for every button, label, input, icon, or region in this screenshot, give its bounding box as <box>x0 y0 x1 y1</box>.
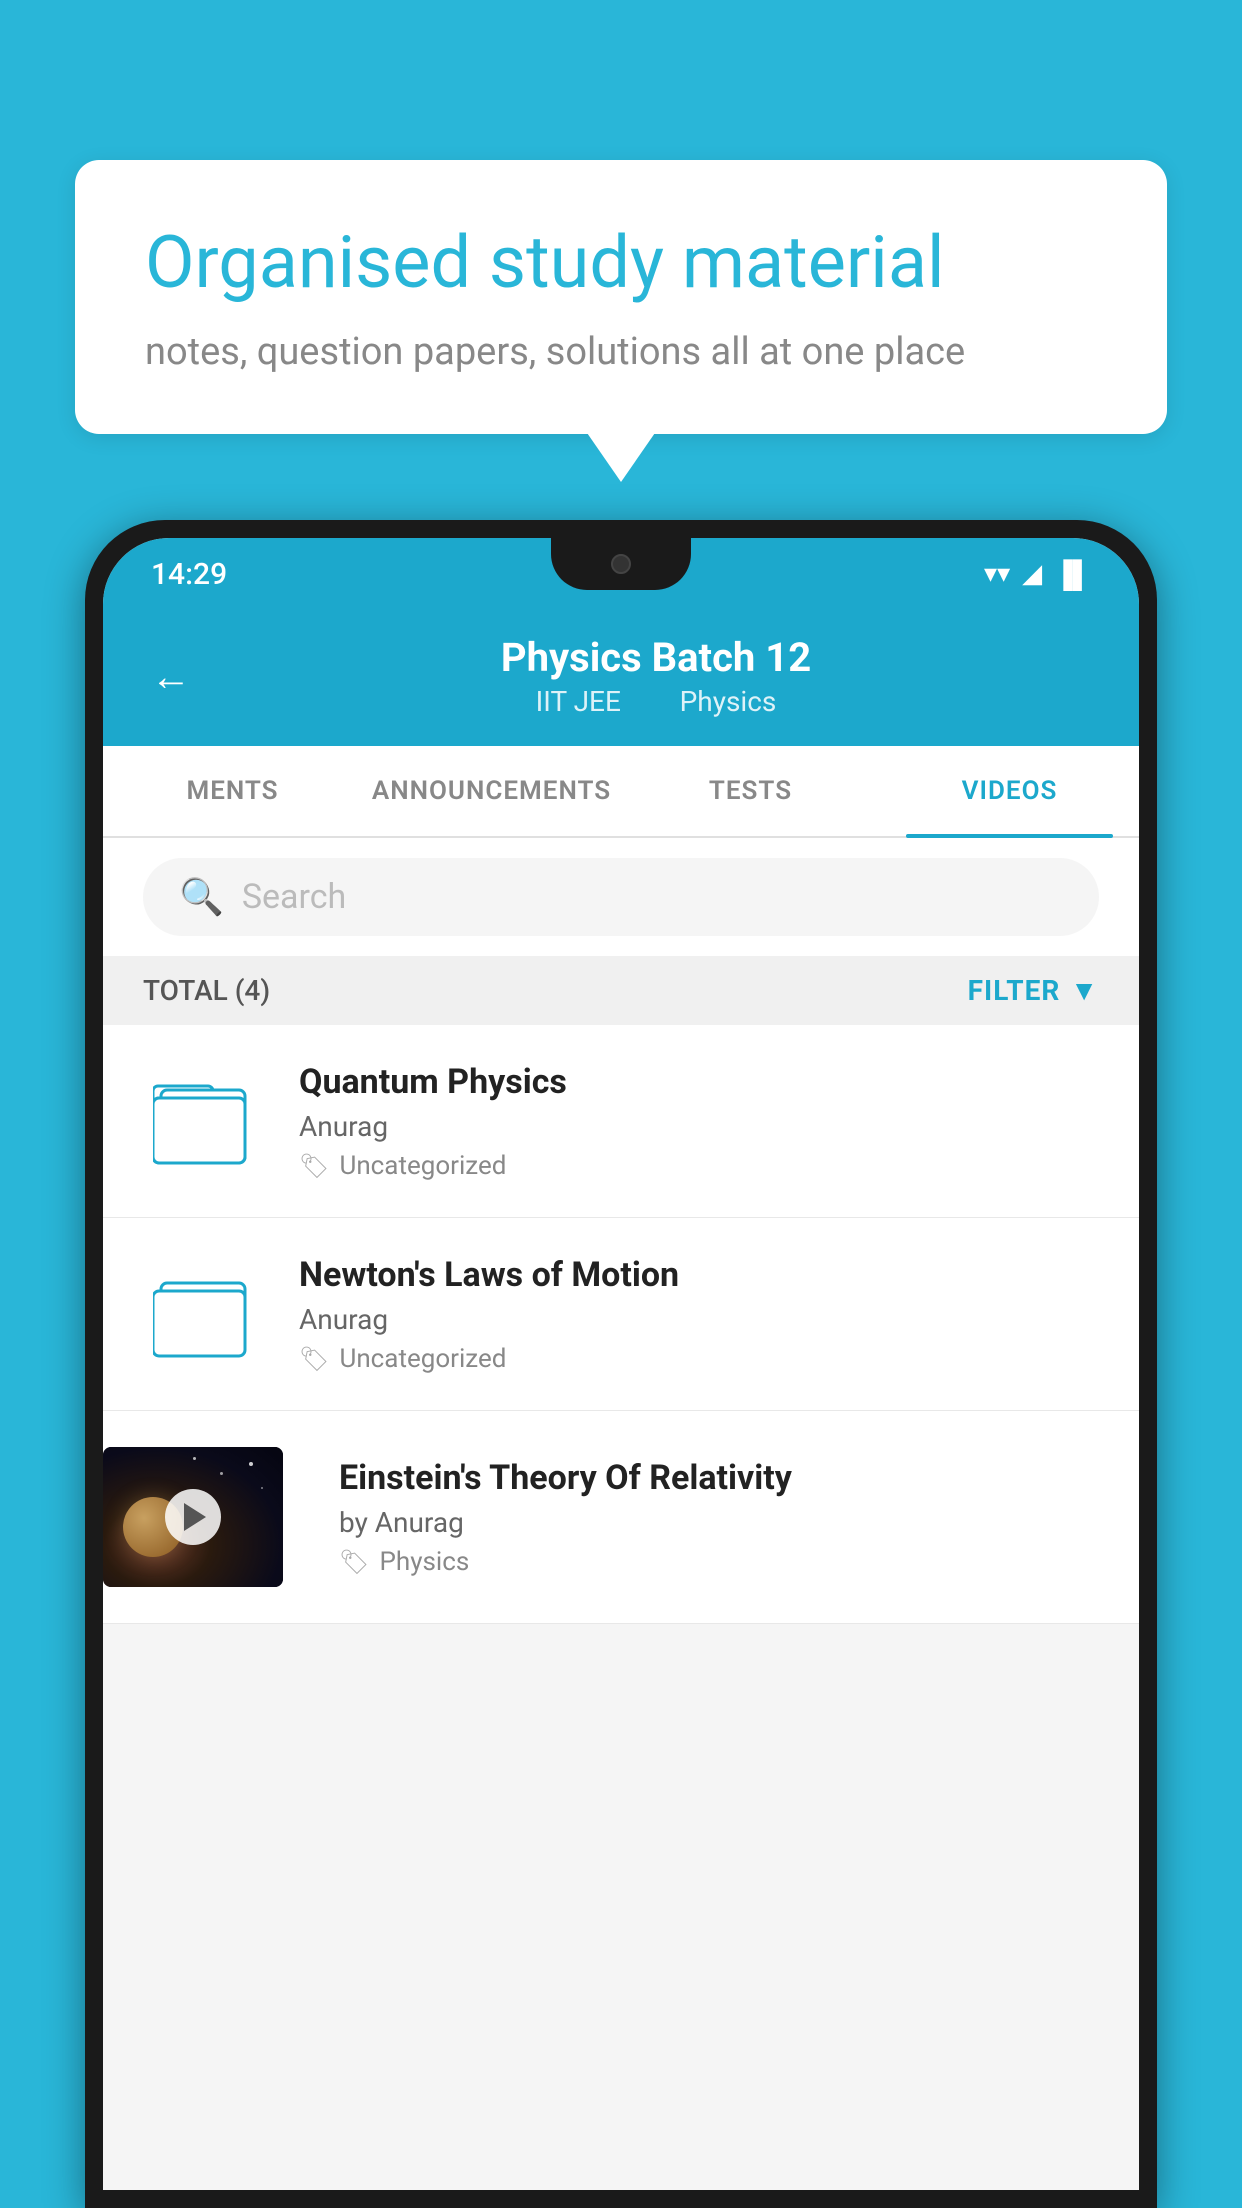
video-info-quantum: Quantum Physics Anurag 🏷 Uncategorized <box>299 1062 1099 1181</box>
list-item[interactable]: Newton's Laws of Motion Anurag 🏷 Uncateg… <box>103 1218 1139 1411</box>
star2 <box>220 1472 223 1475</box>
tag-icon: 🏷 <box>299 1345 329 1373</box>
filter-label: FILTER <box>968 974 1061 1007</box>
header-subtitle: IIT JEE Physics <box>221 685 1091 718</box>
space-background <box>103 1447 283 1587</box>
filter-bar: TOTAL (4) FILTER ▼ <box>103 956 1139 1025</box>
search-box[interactable]: 🔍 Search <box>143 858 1099 936</box>
list-item[interactable]: Einstein's Theory Of Relativity by Anura… <box>103 1411 1139 1624</box>
play-button[interactable] <box>165 1489 221 1545</box>
speech-bubble: Organised study material notes, question… <box>75 160 1167 434</box>
tabs-bar: MENTS ANNOUNCEMENTS TESTS VIDEOS <box>103 746 1139 838</box>
tag-text: Physics <box>379 1547 469 1577</box>
phone-frame: 14:29 ▾▾ ◢ ▐▌ ← Physics Batch 12 IIT JEE <box>85 520 1157 2208</box>
video-author: Anurag <box>299 1110 1099 1143</box>
camera-dot <box>611 554 631 574</box>
search-container: 🔍 Search <box>103 838 1139 956</box>
filter-funnel-icon: ▼ <box>1070 974 1099 1007</box>
folder-icon <box>153 1269 253 1359</box>
star3 <box>193 1457 196 1460</box>
star1 <box>249 1462 253 1466</box>
list-item[interactable]: Quantum Physics Anurag 🏷 Uncategorized <box>103 1025 1139 1218</box>
search-placeholder-text: Search <box>242 877 346 917</box>
phone-inner: 14:29 ▾▾ ◢ ▐▌ ← Physics Batch 12 IIT JEE <box>103 538 1139 2190</box>
battery-icon: ▐▌ <box>1054 559 1091 590</box>
total-count: TOTAL (4) <box>143 974 270 1007</box>
bubble-title: Organised study material <box>145 220 1097 306</box>
tab-videos[interactable]: VIDEOS <box>880 746 1139 836</box>
video-info-einstein: Einstein's Theory Of Relativity by Anura… <box>319 1458 1099 1577</box>
tab-announcements[interactable]: ANNOUNCEMENTS <box>362 746 621 836</box>
tag-icon: 🏷 <box>299 1152 329 1180</box>
folder-icon <box>153 1076 253 1166</box>
tab-tests[interactable]: TESTS <box>621 746 880 836</box>
back-button[interactable]: ← <box>151 653 191 700</box>
video-tag: 🏷 Uncategorized <box>299 1151 1099 1181</box>
header-subtitle-physics: Physics <box>680 685 777 718</box>
tag-text: Uncategorized <box>339 1151 506 1181</box>
filter-button[interactable]: FILTER ▼ <box>968 974 1099 1007</box>
status-time: 14:29 <box>151 557 227 592</box>
status-bar: 14:29 ▾▾ ◢ ▐▌ <box>103 538 1139 610</box>
video-thumb-newton <box>143 1254 263 1374</box>
app-background: Organised study material notes, question… <box>0 0 1242 2208</box>
video-author: by Anurag <box>339 1506 1099 1539</box>
star4 <box>261 1487 263 1489</box>
video-tag: 🏷 Physics <box>339 1547 1099 1577</box>
video-list: Quantum Physics Anurag 🏷 Uncategorized <box>103 1025 1139 1624</box>
tab-ments[interactable]: MENTS <box>103 746 362 836</box>
einstein-thumbnail <box>103 1447 283 1587</box>
video-title: Newton's Laws of Motion <box>299 1255 1099 1295</box>
notch <box>551 538 691 590</box>
tag-text: Uncategorized <box>339 1344 506 1374</box>
video-thumb-quantum <box>143 1061 263 1181</box>
search-icon: 🔍 <box>179 876 224 918</box>
video-tag: 🏷 Uncategorized <box>299 1344 1099 1374</box>
header-center: Physics Batch 12 IIT JEE Physics <box>221 634 1091 718</box>
video-info-newton: Newton's Laws of Motion Anurag 🏷 Uncateg… <box>299 1255 1099 1374</box>
play-triangle-icon <box>184 1503 206 1531</box>
wifi-icon: ▾▾ <box>984 559 1010 589</box>
signal-icon: ◢ <box>1022 559 1042 589</box>
video-title: Einstein's Theory Of Relativity <box>339 1458 1099 1498</box>
speech-bubble-container: Organised study material notes, question… <box>75 160 1167 434</box>
header-subtitle-iitjee: IIT JEE <box>536 685 621 718</box>
video-author: Anurag <box>299 1303 1099 1336</box>
tag-icon: 🏷 <box>339 1548 369 1576</box>
header-title: Physics Batch 12 <box>221 634 1091 681</box>
video-title: Quantum Physics <box>299 1062 1099 1102</box>
status-icons: ▾▾ ◢ ▐▌ <box>984 559 1091 590</box>
bubble-subtitle: notes, question papers, solutions all at… <box>145 330 1097 374</box>
app-header: ← Physics Batch 12 IIT JEE Physics <box>103 610 1139 746</box>
